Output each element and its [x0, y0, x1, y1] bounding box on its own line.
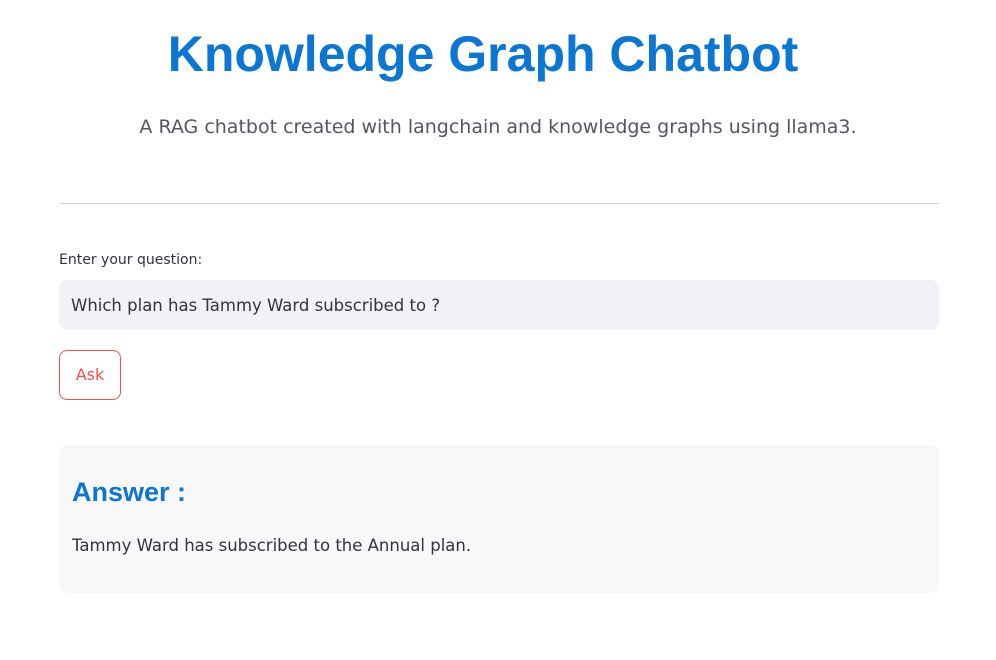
question-label: Enter your question: — [59, 252, 203, 268]
divider — [59, 203, 939, 204]
page: Knowledge Graph Chatbot A RAG chatbot cr… — [0, 0, 996, 660]
answer-text: Tammy Ward has subscribed to the Annual … — [72, 536, 472, 555]
answer-card: Answer : Tammy Ward has subscribed to th… — [59, 445, 939, 593]
page-title: Knowledge Graph Chatbot — [167, 26, 799, 82]
page-subtitle: A RAG chatbot created with langchain and… — [139, 116, 857, 138]
question-input-container[interactable] — [59, 280, 939, 330]
question-input[interactable] — [71, 280, 927, 330]
answer-heading: Answer : — [72, 477, 187, 507]
ask-button[interactable]: Ask — [59, 350, 121, 400]
